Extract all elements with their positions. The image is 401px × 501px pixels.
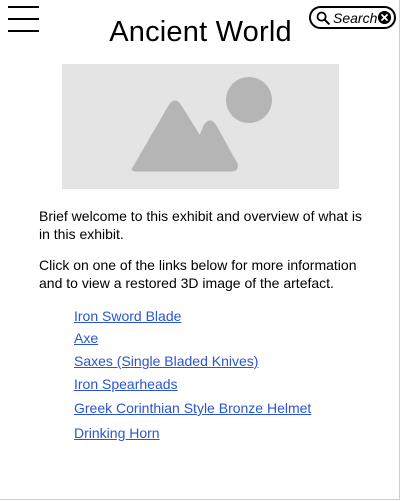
link-saxes[interactable]: Saxes (Single Bladed Knives)	[74, 353, 258, 369]
welcome-text: Brief welcome to this exhibit and overvi…	[39, 208, 362, 242]
link-iron-spearheads[interactable]: Iron Spearheads	[74, 376, 178, 392]
instructions-text: Click on one of the links below for more…	[39, 257, 357, 291]
list-item: Greek Corinthian Style Bronze Helmet	[74, 399, 311, 424]
link-drinking-horn[interactable]: Drinking Horn	[74, 425, 160, 441]
page-title: Ancient World	[109, 16, 292, 48]
link-iron-sword-blade[interactable]: Iron Sword Blade	[74, 308, 181, 324]
hero-image	[62, 64, 339, 189]
list-item: Saxes (Single Bladed Knives)	[74, 352, 311, 375]
artefact-links-list: Iron Sword Blade Axe Saxes (Single Blade…	[74, 307, 311, 446]
link-axe[interactable]: Axe	[74, 330, 98, 346]
menu-bar-top	[8, 6, 39, 8]
list-item: Iron Sword Blade	[74, 307, 311, 329]
list-item: Axe	[74, 329, 311, 352]
link-bronze-helmet[interactable]: Greek Corinthian Style Bronze Helmet	[74, 400, 311, 416]
image-placeholder-icon	[131, 77, 272, 172]
list-item: Drinking Horn	[74, 424, 311, 446]
list-item: Iron Spearheads	[74, 375, 311, 399]
